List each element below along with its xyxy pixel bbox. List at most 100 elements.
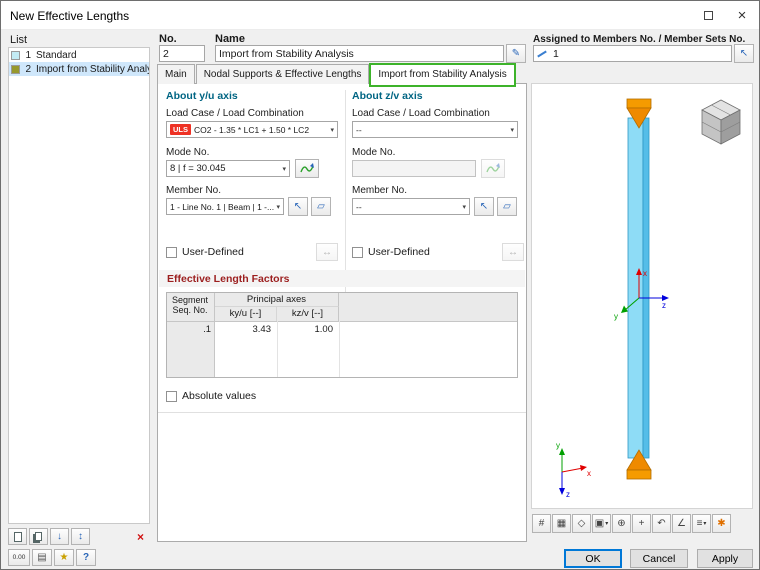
arrow-down-icon: ↓ bbox=[57, 531, 62, 542]
table-row-ky[interactable]: 3.43 bbox=[215, 324, 271, 335]
user-defined-checkbox-zv[interactable] bbox=[352, 247, 363, 258]
mode-value-yu: 8 | f = 30.045 bbox=[170, 163, 226, 174]
list-item-import-stability[interactable]: 2 Import from Stability Analysis bbox=[9, 62, 149, 76]
mode-label-zv: Mode No. bbox=[352, 147, 395, 158]
user-defined-label-yu: User-Defined bbox=[182, 246, 244, 258]
member-value-zv: -- bbox=[356, 202, 362, 212]
close-icon: × bbox=[738, 7, 747, 24]
chevron-down-icon: ▾ bbox=[280, 165, 286, 173]
lc-label-yu: Load Case / Load Combination bbox=[166, 108, 304, 119]
absolute-values-checkbox[interactable] bbox=[166, 391, 177, 402]
vp-clipping-button[interactable]: ✱ bbox=[712, 514, 731, 533]
copy-entry-button[interactable] bbox=[29, 528, 48, 545]
vp-numbering-button[interactable]: # bbox=[532, 514, 551, 533]
table-row-segment[interactable]: .1 bbox=[167, 324, 211, 335]
tab-strip: Main Nodal Supports & Effective Lengths … bbox=[157, 64, 516, 85]
pick-icon: ↖ bbox=[480, 201, 488, 212]
no-field[interactable]: 2 bbox=[159, 45, 205, 62]
lc-combo-yu[interactable]: ULS CO2 - 1.35 * LC1 + 1.50 * LC2 ▾ bbox=[166, 121, 338, 138]
edit-name-button[interactable]: ✎ bbox=[506, 44, 526, 63]
display-grid-icon: ▦ bbox=[557, 518, 566, 529]
vp-view-direction-button[interactable]: ▣▾ bbox=[592, 514, 611, 533]
section-about-zv-axis: About z/v axis bbox=[352, 90, 423, 102]
maximize-button[interactable] bbox=[691, 1, 725, 29]
tab-nodal-supports-effective-lengths[interactable]: Nodal Supports & Effective Lengths bbox=[196, 64, 370, 84]
grid-line bbox=[339, 321, 340, 377]
vp-pan-button[interactable]: + bbox=[632, 514, 651, 533]
pick-member-button-zv[interactable]: ↖ bbox=[474, 197, 494, 216]
close-button[interactable]: × bbox=[725, 1, 759, 29]
apply-button[interactable]: Apply bbox=[697, 549, 753, 568]
mode-combo-yu[interactable]: 8 | f = 30.045 ▾ bbox=[166, 160, 290, 177]
copy-icon bbox=[35, 532, 42, 541]
lc-value-zv: -- bbox=[356, 125, 362, 135]
mode-shape-icon bbox=[300, 163, 314, 175]
model-viewport[interactable]: x z y y x z bbox=[531, 83, 753, 509]
window-title: New Effective Lengths bbox=[10, 9, 129, 23]
vp-display-properties-button[interactable]: ▦ bbox=[552, 514, 571, 533]
mode-field-zv[interactable] bbox=[352, 160, 476, 177]
mode-shape-button-zv[interactable] bbox=[481, 159, 505, 178]
member-info-icon: ▱ bbox=[503, 201, 511, 212]
member-label-yu: Member No. bbox=[166, 185, 221, 196]
pick-icon: ↖ bbox=[740, 48, 748, 59]
member-combo-zv[interactable]: -- ▾ bbox=[352, 198, 470, 215]
undo-view-icon: ↶ bbox=[657, 518, 665, 529]
vp-axes-button[interactable]: ∠ bbox=[672, 514, 691, 533]
tab-main[interactable]: Main bbox=[157, 64, 195, 84]
member-label-zv: Member No. bbox=[352, 185, 407, 196]
user-defined-edit-button-zv[interactable]: ↔ bbox=[502, 243, 524, 261]
navigation-cube bbox=[702, 100, 740, 144]
member-info-button-zv[interactable]: ▱ bbox=[497, 197, 517, 216]
user-defined-edit-icon: ↔ bbox=[322, 247, 332, 258]
decimal-places-icon: 0.00 bbox=[13, 554, 26, 561]
help-button[interactable]: ? bbox=[76, 549, 96, 566]
factors-table: Segment Seq. No. Principal axes ky/u [--… bbox=[166, 292, 518, 378]
list-item-number: 2 bbox=[23, 64, 31, 75]
defaults-button[interactable]: ★ bbox=[54, 549, 74, 566]
ok-button[interactable]: OK bbox=[564, 549, 622, 568]
member-info-button-yu[interactable]: ▱ bbox=[311, 197, 331, 216]
user-defined-edit-button-yu[interactable]: ↔ bbox=[316, 243, 338, 261]
tab-import-from-stability-analysis[interactable]: Import from Stability Analysis bbox=[370, 64, 514, 86]
tab-content-panel: About y/u axis Load Case / Load Combinat… bbox=[157, 83, 527, 542]
delete-entry-button[interactable]: × bbox=[131, 528, 150, 545]
list-item-label: Import from Stability Analysis bbox=[36, 64, 149, 75]
svg-text:y: y bbox=[556, 441, 560, 450]
vp-zoom-button[interactable]: ⊕ bbox=[612, 514, 631, 533]
list-item-standard[interactable]: 1 Standard bbox=[9, 48, 149, 62]
table-row-kz[interactable]: 1.00 bbox=[277, 324, 333, 335]
view-direction-icon: ▣ bbox=[595, 518, 604, 529]
color-swatch bbox=[11, 65, 20, 74]
lc-value-yu: CO2 - 1.35 * LC1 + 1.50 * LC2 bbox=[194, 125, 309, 135]
chevron-down-icon: ▾ bbox=[605, 520, 608, 527]
edit-icon: ✎ bbox=[512, 48, 520, 59]
mode-shape-button-yu[interactable] bbox=[295, 159, 319, 178]
new-entry-button[interactable] bbox=[8, 528, 27, 545]
section-about-yu-axis: About y/u axis bbox=[166, 90, 238, 102]
vp-isometric-view-button[interactable]: ◇ bbox=[572, 514, 591, 533]
arrow-updown-icon: ↕ bbox=[78, 531, 83, 542]
svg-text:z: z bbox=[566, 490, 570, 499]
member-combo-yu[interactable]: 1 - Line No. 1 | Beam | 1 -... ▾ bbox=[166, 198, 284, 215]
pick-member-button-yu[interactable]: ↖ bbox=[288, 197, 308, 216]
units-button[interactable]: ▤ bbox=[32, 549, 52, 566]
no-value: 2 bbox=[163, 48, 169, 60]
name-field[interactable]: Import from Stability Analysis bbox=[215, 45, 504, 62]
list-item-label: Standard bbox=[36, 50, 77, 61]
user-defined-checkbox-yu[interactable] bbox=[166, 247, 177, 258]
dialog-toolbar: 0.00 ▤ ★ ? bbox=[8, 549, 96, 566]
import-entry-button[interactable]: ↓ bbox=[50, 528, 69, 545]
lc-combo-zv[interactable]: -- ▾ bbox=[352, 121, 518, 138]
vp-visibility-menu-button[interactable]: ≡▾ bbox=[692, 514, 711, 533]
cancel-button[interactable]: Cancel bbox=[630, 549, 688, 568]
vp-previous-view-button[interactable]: ↶ bbox=[652, 514, 671, 533]
decimal-places-button[interactable]: 0.00 bbox=[8, 549, 30, 566]
absolute-values-label: Absolute values bbox=[182, 390, 256, 402]
renumber-entry-button[interactable]: ↕ bbox=[71, 528, 90, 545]
effective-lengths-list: 1 Standard 2 Import from Stability Analy… bbox=[8, 47, 150, 524]
col-header-filler bbox=[339, 293, 517, 321]
assigned-pick-button[interactable]: ↖ bbox=[734, 44, 754, 63]
assigned-members-field[interactable]: 1 bbox=[533, 45, 732, 62]
col-header-principal-axes: Principal axes bbox=[215, 293, 339, 307]
